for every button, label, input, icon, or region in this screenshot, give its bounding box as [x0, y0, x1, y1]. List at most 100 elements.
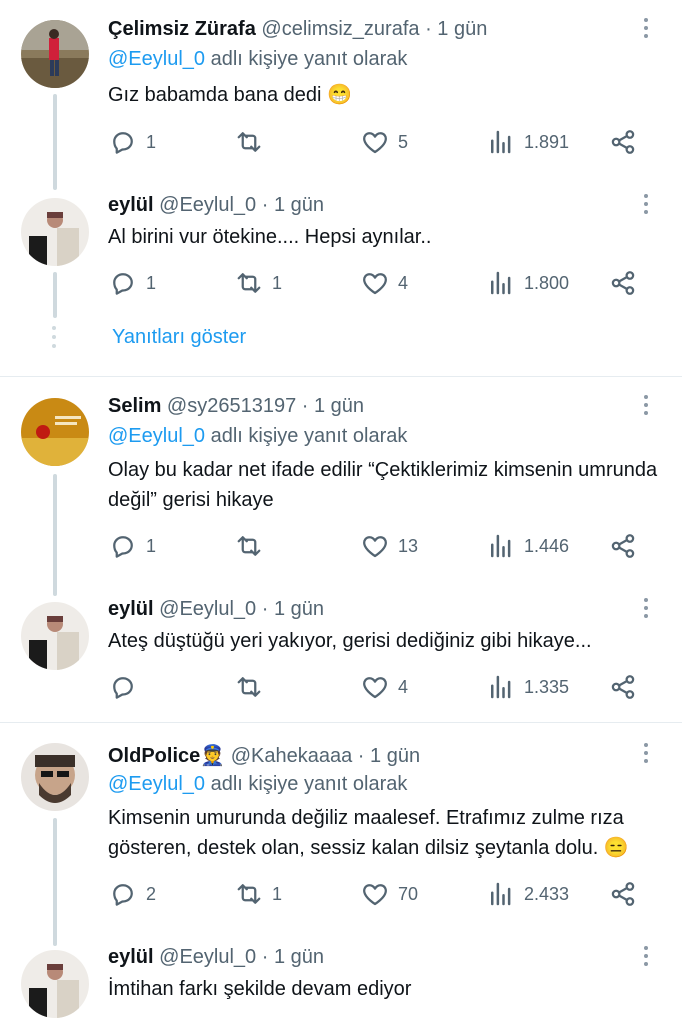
views-count: 2.433 [524, 883, 570, 904]
retweet-button[interactable]: 1 [234, 876, 282, 912]
like-button[interactable]: 4 [360, 265, 408, 301]
reply-button[interactable]: 1 [108, 528, 156, 564]
display-name[interactable]: Çelimsiz Zürafa [108, 18, 256, 40]
reply-icon [108, 127, 138, 157]
reply-count: 2 [146, 883, 157, 904]
tweet-text: Kimsenin umurunda değiliz maalesef. Etra… [108, 807, 629, 859]
retweet-button[interactable] [234, 124, 272, 160]
thread-line [53, 474, 57, 596]
user-handle[interactable]: @Kahekaaaa [231, 745, 353, 767]
reply-handle-link[interactable]: @Eeylul_0 [108, 425, 205, 447]
like-button[interactable]: 5 [360, 124, 408, 160]
timestamp[interactable]: · 1 gün [425, 18, 487, 40]
tweet-header: OldPolice👮 @Kahekaaaa · 1 gün [108, 743, 622, 768]
reply-count: 1 [146, 272, 157, 293]
reply-icon [108, 268, 138, 298]
reply-context-text: adlı kişiye yanıt olarak [205, 48, 408, 70]
retweet-icon [234, 672, 264, 702]
more-icon[interactable] [644, 194, 650, 218]
timestamp[interactable]: · 1 gün [262, 598, 324, 620]
retweet-button[interactable]: 1 [234, 265, 282, 301]
reply-button[interactable]: 2 [108, 876, 156, 912]
user-handle[interactable]: @celimsiz_zurafa [261, 18, 419, 40]
reply-context: @Eeylul_0 adlı kişiye yanıt olarak [108, 48, 407, 71]
like-icon [360, 531, 390, 561]
reply-button[interactable]: 1 [108, 265, 156, 301]
user-handle[interactable]: @Eeylul_0 [159, 598, 256, 620]
avatar[interactable] [21, 743, 89, 811]
views-count: 1.446 [524, 535, 570, 556]
reply-context-text: adlı kişiye yanıt olarak [205, 773, 408, 795]
share-button[interactable] [608, 669, 638, 705]
thread-line [53, 818, 57, 946]
tweet-text: Al birini vur ötekine.... Hepsi aynılar.… [108, 226, 432, 248]
avatar[interactable] [21, 602, 89, 670]
share-button[interactable] [608, 124, 638, 160]
views-button[interactable]: 1.891 [486, 124, 569, 160]
reply-context: @Eeylul_0 adlı kişiye yanıt olarak [108, 425, 407, 448]
reply-context: @Eeylul_0 adlı kişiye yanıt olarak [108, 773, 407, 796]
retweet-icon [234, 531, 264, 561]
views-button[interactable]: 1.335 [486, 669, 569, 705]
more-icon[interactable] [644, 743, 650, 767]
share-icon [608, 672, 638, 702]
more-icon[interactable] [644, 18, 650, 42]
thread-line [53, 272, 57, 318]
avatar[interactable] [21, 950, 89, 1018]
action-bar: 1 1 4 1.800 [108, 265, 648, 301]
views-button[interactable]: 1.446 [486, 528, 569, 564]
like-button[interactable]: 70 [360, 876, 418, 912]
user-handle[interactable]: @sy26513197 [167, 395, 296, 417]
avatar[interactable] [21, 398, 89, 466]
reply-button[interactable] [108, 669, 146, 705]
more-icon[interactable] [644, 946, 650, 970]
views-icon [486, 879, 516, 909]
like-icon [360, 672, 390, 702]
share-button[interactable] [608, 876, 638, 912]
timestamp[interactable]: · 1 gün [358, 745, 420, 767]
like-count: 4 [398, 676, 409, 697]
display-name[interactable]: eylül [108, 598, 154, 620]
share-icon [608, 531, 638, 561]
divider [0, 722, 682, 723]
timestamp[interactable]: · 1 gün [262, 194, 324, 216]
tweet-text: İmtihan farkı şekilde devam ediyor [108, 978, 412, 1000]
show-replies-link[interactable]: Yanıtları göster [112, 326, 246, 349]
share-button[interactable] [608, 528, 638, 564]
avatar[interactable] [21, 198, 89, 266]
like-count: 13 [398, 535, 419, 556]
like-count: 4 [398, 272, 409, 293]
action-bar: 4 1.335 [108, 669, 648, 705]
user-handle[interactable]: @Eeylul_0 [159, 194, 256, 216]
reply-context-text: adlı kişiye yanıt olarak [205, 425, 408, 447]
action-bar: 1 13 1.446 [108, 528, 648, 564]
more-icon[interactable] [644, 395, 650, 419]
like-count: 5 [398, 131, 409, 152]
display-name[interactable]: eylül [108, 194, 154, 216]
more-icon[interactable] [644, 598, 650, 622]
like-button[interactable]: 4 [360, 669, 408, 705]
retweet-button[interactable] [234, 528, 272, 564]
user-handle[interactable]: @Eeylul_0 [159, 946, 256, 968]
share-icon [608, 127, 638, 157]
share-button[interactable] [608, 265, 638, 301]
reply-handle-link[interactable]: @Eeylul_0 [108, 773, 205, 795]
views-count: 1.800 [524, 272, 570, 293]
timestamp[interactable]: · 1 gün [262, 946, 324, 968]
retweet-button[interactable] [234, 669, 272, 705]
reply-count: 1 [146, 535, 157, 556]
display-name[interactable]: eylül [108, 946, 154, 968]
like-button[interactable]: 13 [360, 528, 418, 564]
views-button[interactable]: 1.800 [486, 265, 569, 301]
display-name[interactable]: OldPolice👮 [108, 745, 225, 767]
avatar[interactable] [21, 20, 89, 88]
views-icon [486, 268, 516, 298]
action-bar: 1 5 1.891 [108, 124, 648, 160]
timestamp[interactable]: · 1 gün [302, 395, 364, 417]
display-name[interactable]: Selim [108, 395, 161, 417]
retweet-icon [234, 879, 264, 909]
reply-button[interactable]: 1 [108, 124, 156, 160]
tweet-header: eylül @Eeylul_0 · 1 gün [108, 598, 622, 621]
views-button[interactable]: 2.433 [486, 876, 569, 912]
reply-handle-link[interactable]: @Eeylul_0 [108, 48, 205, 70]
